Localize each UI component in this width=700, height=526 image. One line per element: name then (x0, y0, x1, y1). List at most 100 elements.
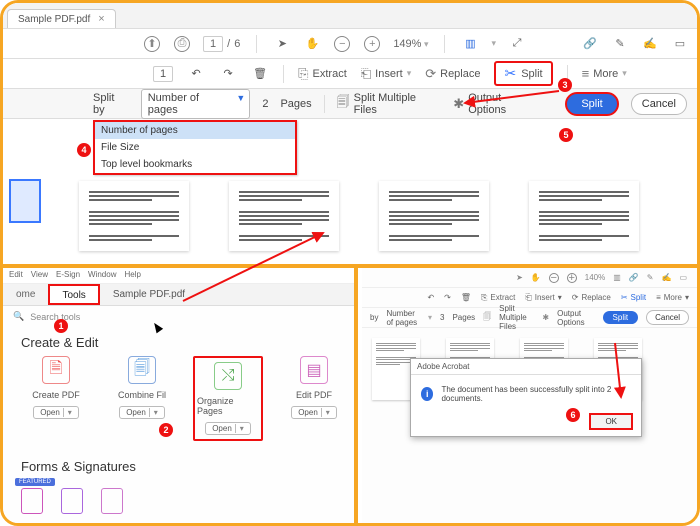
highlight-pen-icon[interactable]: ✎ (647, 273, 654, 282)
page-thumbnail[interactable] (379, 181, 489, 251)
callout-badge: 4 (77, 143, 91, 157)
open-button[interactable]: Open▾ (33, 406, 79, 419)
tile-request-signatures[interactable]: FEATURED (21, 488, 43, 514)
delete-icon[interactable]: 🗑 (461, 293, 471, 302)
page-thumbnail[interactable] (79, 181, 189, 251)
hand-icon[interactable]: ✋ (531, 273, 541, 282)
print-icon[interactable]: ⎙ (173, 35, 191, 53)
split-button[interactable]: ✂ Split (621, 293, 646, 302)
zoom-level[interactable]: 149% (393, 38, 428, 50)
cancel-button[interactable]: Cancel (646, 310, 689, 325)
tab-home[interactable]: ome (3, 284, 48, 305)
split-mode-select[interactable]: Number of pages ▼ (141, 89, 251, 119)
callout-badge: 6 (566, 408, 580, 422)
delete-icon[interactable]: 🗑 (251, 65, 269, 83)
tab-tools[interactable]: Tools (48, 284, 99, 305)
tile-edit-pdf[interactable]: ▤ Edit PDF Open▾ (279, 356, 349, 441)
pointer-icon[interactable]: ➤ (273, 35, 291, 53)
sign-icon[interactable]: ✍ (641, 35, 659, 53)
page-display-icon[interactable]: ▥ (461, 35, 479, 53)
split-button[interactable]: ✂ Split (494, 61, 552, 86)
stamp-icon[interactable]: ▭ (671, 35, 689, 53)
search-icon: 🔍 (13, 311, 24, 322)
zoom-in-icon[interactable]: + (567, 273, 577, 283)
split-count[interactable]: 2 (262, 98, 268, 110)
section-heading: Forms & Signatures (21, 451, 354, 480)
menu-item[interactable]: Edit (9, 270, 23, 281)
split-mode-select[interactable]: Number of pages (386, 309, 420, 327)
callout-badge: 1 (54, 319, 68, 333)
page-display-icon[interactable]: ▥ (613, 273, 621, 282)
prepare-form-icon[interactable] (101, 488, 123, 514)
page-total: 6 (234, 38, 240, 50)
highlight-pen-icon[interactable]: ✎ (611, 35, 629, 53)
zoom-in-icon[interactable]: + (363, 35, 381, 53)
split-run-button[interactable]: Split (603, 311, 639, 324)
close-icon[interactable]: × (98, 13, 104, 25)
share-link-icon[interactable]: 🔗 (581, 35, 599, 53)
split-options-bar: Split by Number of pages ▼ 2 Pages 🗐Spli… (3, 89, 697, 119)
split-count[interactable]: 3 (440, 313, 444, 322)
page-value[interactable]: 1 (153, 66, 173, 82)
split-mode-dropdown[interactable]: Number of pages File Size Top level book… (93, 120, 297, 175)
split-multiple-button[interactable]: Split Multiple Files (499, 304, 534, 331)
callout-badge: 3 (558, 78, 572, 92)
menu-item[interactable]: E-Sign (56, 270, 80, 281)
extract-button[interactable]: ⎘Extract (298, 66, 347, 82)
sign-icon[interactable]: ✍ (661, 273, 671, 282)
combine-files-icon: 🗐 (128, 356, 156, 384)
callout-badge: 2 (159, 423, 173, 437)
open-button[interactable]: Open▾ (205, 422, 251, 435)
organize-toolbar: 1 ↶ ↷ 🗑 ⎘Extract ⎗Insert ⟳Replace ✂ Spli… (3, 59, 697, 89)
create-pdf-icon: 🗎 (42, 356, 70, 384)
output-options-button[interactable]: Output Options (557, 309, 586, 327)
fill-sign-icon[interactable] (61, 488, 83, 514)
hand-icon[interactable]: ✋ (303, 35, 321, 53)
more-button[interactable]: ≡ More ▾ (656, 293, 689, 302)
organize-pages-icon: ⤭ (214, 362, 242, 390)
open-button[interactable]: Open▾ (291, 406, 337, 419)
ok-button[interactable]: OK (589, 413, 633, 430)
rotate-cw-icon[interactable]: ↷ (219, 65, 237, 83)
document-tab-bar: Sample PDF.pdf × (3, 3, 697, 29)
cancel-button[interactable]: Cancel (631, 93, 687, 115)
replace-button[interactable]: ⟳Replace (425, 66, 480, 82)
split-multiple-button[interactable]: 🗐Split Multiple Files (337, 92, 442, 116)
zoom-level[interactable]: 140% (585, 273, 605, 282)
panel-confirm-dialog: ➤ ✋ − + 140% ▥ 🔗 ✎ ✍ ▭ ↶ ↷ 🗑 ⎘ Extract ⎗… (362, 268, 697, 523)
menu-item[interactable]: View (31, 270, 48, 281)
forms-icons: FEATURED (21, 480, 354, 514)
menu-item[interactable]: Window (88, 270, 116, 281)
zoom-out-icon[interactable]: − (333, 35, 351, 53)
info-icon: i (421, 387, 433, 401)
menu-item[interactable]: Help (124, 270, 140, 281)
dropdown-option[interactable]: Number of pages (95, 122, 295, 139)
page-thumbnail[interactable] (229, 181, 339, 251)
document-tab[interactable]: Sample PDF.pdf × (7, 9, 116, 28)
tab-document[interactable]: Sample PDF.pdf (100, 284, 198, 305)
split-run-button[interactable]: Split (565, 92, 618, 116)
output-options-button[interactable]: ✱Output Options (453, 92, 541, 116)
share-link-icon[interactable]: 🔗 (629, 273, 639, 282)
tile-create-pdf[interactable]: 🗎 Create PDF Open▾ (21, 356, 91, 441)
page-thumbnail[interactable] (529, 181, 639, 251)
rotate-ccw-icon[interactable]: ↶ (187, 65, 205, 83)
page-current[interactable]: 1 (203, 36, 223, 52)
insert-button[interactable]: ⎗ Insert ▾ (525, 293, 561, 303)
zoom-out-icon[interactable]: − (549, 273, 559, 283)
dialog-message: The document has been successfully split… (441, 385, 631, 403)
tile-organize-pages[interactable]: ⤭ Organize Pages Open▾ (193, 356, 263, 441)
open-button[interactable]: Open▾ (119, 406, 165, 419)
rotate-cw-icon[interactable]: ↷ (444, 293, 451, 302)
read-mode-icon[interactable]: ⤢ (508, 35, 526, 53)
callout-badge: 5 (559, 128, 573, 142)
extract-button[interactable]: ⎘ Extract (481, 293, 515, 303)
dropdown-option[interactable]: File Size (95, 139, 295, 156)
more-button[interactable]: ≡More (582, 66, 627, 81)
rotate-ccw-icon[interactable]: ↶ (427, 293, 434, 302)
pointer-icon[interactable]: ➤ (516, 273, 523, 282)
save-icon[interactable]: ⬆ (143, 35, 161, 53)
insert-button[interactable]: ⎗Insert (361, 66, 411, 82)
stamp-icon[interactable]: ▭ (679, 273, 687, 282)
replace-button[interactable]: ⟳ Replace (572, 293, 611, 302)
